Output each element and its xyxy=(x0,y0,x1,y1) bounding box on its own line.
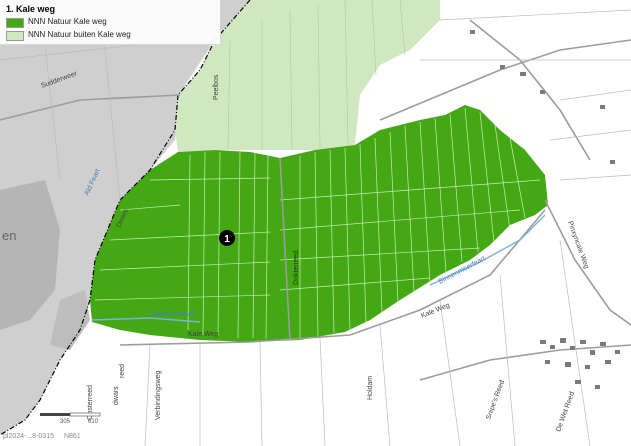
label-en: en xyxy=(2,228,16,243)
map-canvas[interactable]: Sudderweer Peelbos Ald Feart Dwers en Do… xyxy=(0,0,631,446)
map-footer: pl2024-...8-0315 N861 xyxy=(3,433,81,440)
label-verbindingsweg: Verbindingsweg xyxy=(155,370,162,420)
label-kale-weg-west: Kale Weg xyxy=(188,331,218,338)
label-dwars: dwars xyxy=(113,386,120,405)
map-legend: 1. Kale weg NNN Natuur Kale weg NNN Natu… xyxy=(0,0,221,45)
label-dokterreed: Dokterreed xyxy=(293,250,300,285)
area-marker[interactable]: 1 xyxy=(219,230,235,246)
area-marker-label: 1 xyxy=(224,234,230,245)
north-label: N861 xyxy=(63,433,81,440)
label-reed: reed xyxy=(119,364,126,378)
legend-swatch-core xyxy=(6,18,24,28)
legend-title: 1. Kale weg xyxy=(6,4,56,14)
label-holdam: Holdam xyxy=(367,376,374,400)
legend-label-core: NNN Natuur Kale weg xyxy=(28,17,107,26)
label-peelbos: Peelbos xyxy=(213,74,220,100)
map-id: pl2024-...8-0315 xyxy=(3,433,54,440)
scale-tick-2: 610 xyxy=(88,419,99,425)
label-dokkumerfeart: Dokkumerfeart xyxy=(150,311,196,318)
scale-tick-1: 305 xyxy=(60,419,71,425)
legend-swatch-outer xyxy=(6,31,24,41)
legend-label-outer: NNN Natuur buiten Kale weg xyxy=(28,30,131,39)
